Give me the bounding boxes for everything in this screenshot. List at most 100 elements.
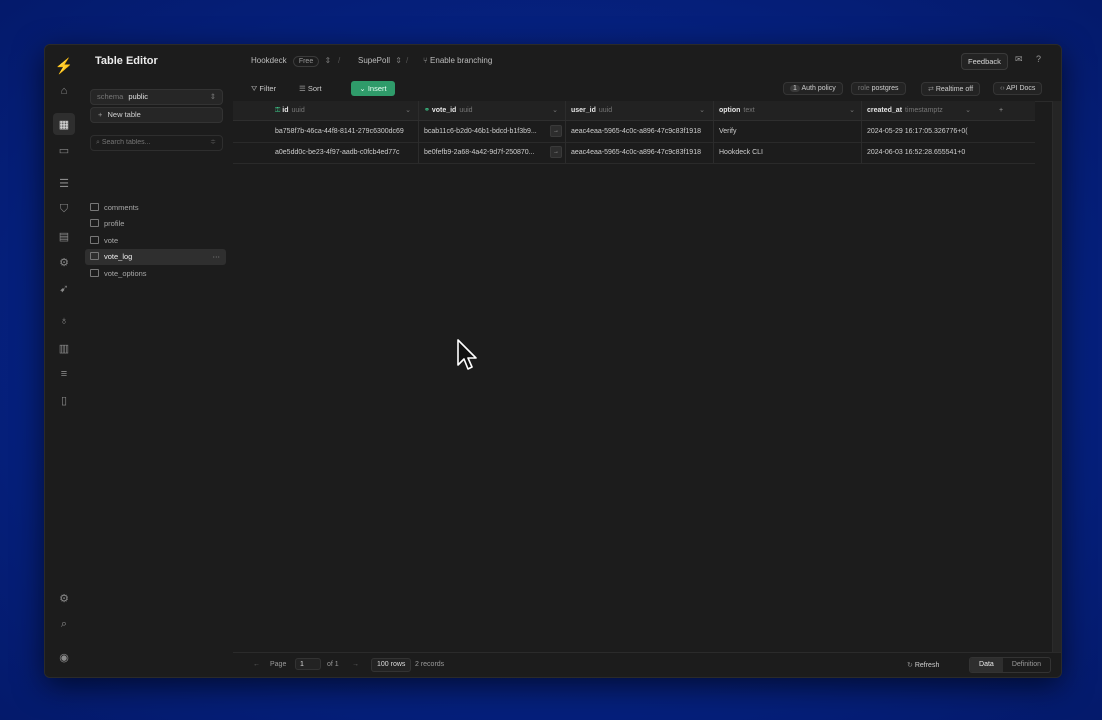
auth-icon[interactable]: ⛉ xyxy=(53,198,75,220)
cell-id[interactable]: a0e5dd0c-be23-4f97-aadb-c0fcb4ed77c xyxy=(275,142,417,163)
filter-icon: ⛛ xyxy=(251,84,258,93)
sort-button[interactable]: ☰ Sort xyxy=(299,84,322,93)
auth-policy-button[interactable]: 1 Auth policy xyxy=(783,82,843,95)
next-page-icon[interactable]: → xyxy=(352,661,359,668)
api-docs-button[interactable]: ‹› API Docs xyxy=(993,82,1043,95)
role-value: postgres xyxy=(871,85,899,92)
chevron-down-icon[interactable]: ⌄ xyxy=(849,101,855,120)
page-number-input[interactable]: 1 xyxy=(295,658,321,670)
database-icon[interactable]: ☰ xyxy=(53,172,75,194)
storage-icon[interactable]: ▤ xyxy=(53,225,75,247)
edge-functions-icon[interactable]: ⚙ xyxy=(53,251,75,273)
column-header-vote-id[interactable]: ⚭ vote_id uuid ⌄ xyxy=(424,101,564,120)
column-divider xyxy=(418,142,419,163)
column-type: uuid xyxy=(598,107,613,114)
table-row[interactable]: a0e5dd0c-be23-4f97-aadb-c0fcb4ed77c be0f… xyxy=(233,142,1035,164)
table-sidebar: schema public ⇕ + New table ⌕ ≑ comments… xyxy=(83,77,234,677)
chevron-updown-icon: ⇕ xyxy=(324,56,332,65)
reports-icon[interactable]: ▥ xyxy=(53,337,75,359)
chevron-down-icon[interactable]: ⌄ xyxy=(552,101,558,120)
more-options-icon[interactable]: ⋯ xyxy=(213,249,221,265)
column-type: timestamptz xyxy=(905,107,943,114)
grid-toolbar: ⛛ Filter ☰ Sort ⌄ Insert 1 Auth policy r… xyxy=(233,77,1061,102)
sidebar-item-vote-log[interactable]: vote_log ⋯ xyxy=(85,249,226,265)
sidebar-item-vote[interactable]: vote xyxy=(85,233,226,249)
table-row[interactable]: ba758f7b-46ca-44f8-8141-279c6300dc69 bca… xyxy=(233,121,1035,143)
enable-branching-button[interactable]: ⑂ Enable branching xyxy=(423,56,492,65)
chevron-down-icon[interactable]: ⌄ xyxy=(405,101,411,120)
table-name: vote_log xyxy=(104,252,133,261)
role-selector[interactable]: role postgres xyxy=(851,82,906,95)
column-name: option xyxy=(719,107,741,114)
chevron-down-icon[interactable]: ⌄ xyxy=(699,101,705,120)
filter-icon[interactable]: ≑ xyxy=(210,136,216,150)
plan-badge: Free xyxy=(292,56,320,67)
column-header-id[interactable]: ⚿ id uuid ⌄ xyxy=(275,101,417,120)
realtime-icon[interactable]: ➹ xyxy=(53,277,75,299)
new-table-label: New table xyxy=(107,110,141,119)
supabase-logo-icon[interactable]: ⚡ xyxy=(53,55,75,77)
insert-button[interactable]: ⌄ Insert xyxy=(351,81,395,96)
sidebar-item-comments[interactable]: comments xyxy=(85,200,226,216)
cell-vote-id[interactable]: bcab11c6-b2d0-46b1-bdcd-b1f3b9... xyxy=(424,121,549,142)
cell-created-at[interactable]: 2024-05-29 16:17:05.326776+0( xyxy=(867,121,977,142)
search-icon[interactable]: ⌕ xyxy=(53,613,75,635)
sql-editor-icon[interactable]: ▭ xyxy=(53,139,75,161)
column-header-user-id[interactable]: user_id uuid ⌄ xyxy=(571,101,711,120)
column-header-created-at[interactable]: created_at timestamptz ⌄ xyxy=(867,101,977,120)
help-icon[interactable]: ? xyxy=(1036,54,1041,64)
realtime-label: Realtime off xyxy=(935,86,974,93)
prev-page-icon[interactable]: ← xyxy=(253,661,260,668)
filter-button[interactable]: ⛛ Filter xyxy=(251,84,276,94)
cell-created-at[interactable]: 2024-06-03 16:52:28.655541+0 xyxy=(867,142,977,163)
sidebar-item-vote-options[interactable]: vote_options xyxy=(85,266,226,282)
search-input[interactable] xyxy=(101,139,202,146)
logs-icon[interactable]: ≡ xyxy=(53,363,75,385)
settings-icon[interactable]: ⚙ xyxy=(53,587,75,609)
column-divider xyxy=(713,142,714,163)
mouse-cursor-icon xyxy=(457,339,477,370)
cell-user-id[interactable]: aeac4eaa-5965-4c0c-a896-47c9c83f1918 xyxy=(571,121,713,142)
cell-option[interactable]: Hookdeck CLI xyxy=(719,142,861,163)
column-header-option[interactable]: option text ⌄ xyxy=(719,101,861,120)
avatar[interactable]: ◉ xyxy=(53,646,75,668)
cell-user-id[interactable]: aeac4eaa-5965-4c0c-a896-47c9c83f1918 xyxy=(571,142,713,163)
separator-slash: / xyxy=(406,56,409,65)
table-icon xyxy=(90,269,99,277)
sidebar-item-profile[interactable]: profile xyxy=(85,216,226,232)
table-name: vote xyxy=(104,236,119,245)
chevron-down-icon[interactable]: ⌄ xyxy=(965,101,971,120)
realtime-toggle[interactable]: ⇄ Realtime off xyxy=(921,82,981,96)
foreign-key-link-button[interactable]: → xyxy=(550,142,564,163)
refresh-label: Refresh xyxy=(914,662,940,669)
realtime-icon: ⇄ xyxy=(928,86,934,93)
project-selector[interactable]: SupePoll ⇕ xyxy=(358,56,402,65)
add-column-icon[interactable]: + xyxy=(999,101,1011,120)
select-all-checkbox[interactable] xyxy=(241,101,267,120)
inbox-icon[interactable]: ✉ xyxy=(1015,54,1023,65)
refresh-button[interactable]: ↻ Refresh xyxy=(907,661,939,669)
definition-tab[interactable]: Definition xyxy=(1003,658,1050,672)
refresh-icon: ↻ xyxy=(907,662,913,669)
rows-per-page-select[interactable]: 100 rows xyxy=(371,658,412,672)
schema-selector[interactable]: schema public ⇕ xyxy=(90,89,223,105)
home-icon[interactable]: ⌂ xyxy=(53,80,75,102)
api-docs-icon[interactable]: ▯ xyxy=(53,389,75,411)
vertical-scrollbar[interactable] xyxy=(1052,101,1061,653)
cell-vote-id[interactable]: be0fefb9-2a68-4a42-9d7f-250870... xyxy=(424,142,549,163)
new-table-button[interactable]: + New table xyxy=(90,107,223,123)
view-toggle: Data Definition xyxy=(969,657,1051,673)
data-tab[interactable]: Data xyxy=(970,658,1003,672)
advisors-icon[interactable]: ♁ xyxy=(53,310,75,332)
foreign-key-link-button[interactable]: → xyxy=(550,121,564,142)
column-name: user_id xyxy=(571,107,596,114)
table-icon xyxy=(90,236,99,244)
api-docs-label: API Docs xyxy=(1006,85,1036,92)
cell-id[interactable]: ba758f7b-46ca-44f8-8141-279c6300dc69 xyxy=(275,121,417,142)
table-editor-icon[interactable]: ▦ xyxy=(53,113,75,135)
cell-option[interactable]: Verify xyxy=(719,121,861,142)
feedback-button[interactable]: Feedback xyxy=(961,53,1008,70)
table-main: ⛛ Filter ☰ Sort ⌄ Insert 1 Auth policy r… xyxy=(233,77,1061,677)
org-selector[interactable]: Hookdeck Free ⇕ xyxy=(251,56,331,67)
git-branch-icon: ⑂ xyxy=(423,56,428,65)
